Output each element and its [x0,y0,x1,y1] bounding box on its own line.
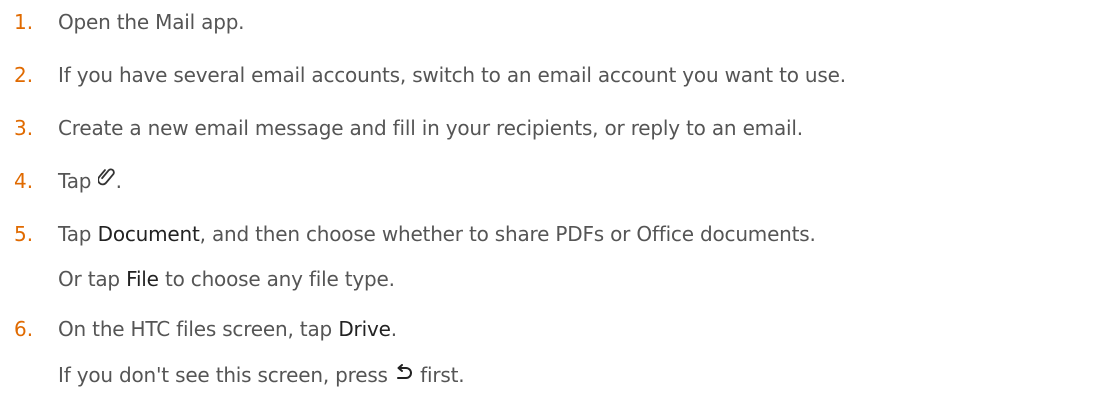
step-5-continuation: Or tap File to choose any file type. [58,264,395,294]
step-text-after: . [115,169,122,193]
step-text: If you have several email accounts, swit… [58,63,846,87]
step-text-before: Tap [58,222,92,246]
step-2: 2. If you have several email accounts, sw… [0,60,846,90]
cont-text-before: If you don't see this screen, press [58,363,388,387]
step-number: 4. [14,169,34,193]
cont-text-after: first. [420,363,465,387]
ui-term-file: File [126,267,159,291]
step-text: Open the Mail app. [58,10,245,34]
step-5: 5. Tap Document, and then choose whether … [0,219,816,249]
step-text-before: On the HTC files screen, tap [58,317,332,341]
ui-term-drive: Drive [338,317,391,341]
step-text-after: . [390,317,397,341]
step-number: 6. [14,317,34,341]
step-text-before: Tap [58,169,92,193]
instruction-list: 1. Open the Mail app. 2. If you have sever… [0,0,1109,406]
step-number: 2. [14,63,34,87]
step-number: 5. [14,222,34,246]
step-6: 6. On the HTC files screen, tap Drive. [0,314,397,344]
step-1: 1. Open the Mail app. [0,7,245,37]
step-6-continuation: If you don't see this screen, press firs… [58,360,465,390]
step-text-after: , and then choose whether to share PDFs … [199,222,816,246]
step-4: 4. Tap . [0,166,122,196]
step-number: 3. [14,116,34,140]
step-3: 3. Create a new email message and fill in… [0,113,803,143]
paperclip-icon [96,166,116,196]
step-number: 1. [14,10,34,34]
cont-text-after: to choose any file type. [164,267,395,291]
step-text: Create a new email message and fill in y… [58,116,803,140]
ui-term-document: Document [97,222,200,246]
back-icon [394,360,414,390]
cont-text-before: Or tap [58,267,120,291]
